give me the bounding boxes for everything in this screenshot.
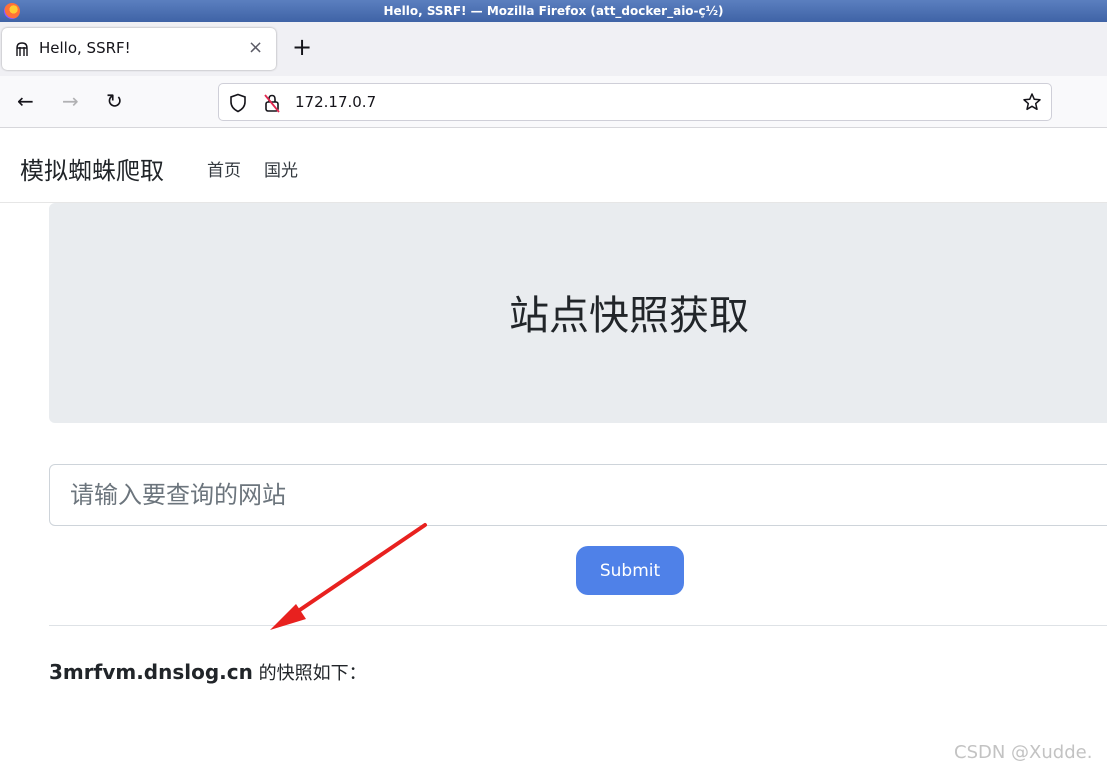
window-titlebar: Hello, SSRF! — Mozilla Firefox (att_dock…	[0, 0, 1107, 22]
result-text: 3mrfvm.dnslog.cn 的快照如下：	[49, 659, 367, 685]
result-domain: 3mrfvm.dnslog.cn	[49, 660, 253, 684]
result-suffix: 的快照如下：	[252, 663, 367, 684]
tab-close-icon[interactable]: ×	[248, 37, 263, 58]
nav-link-guoguang[interactable]: 国光	[264, 156, 298, 181]
divider	[49, 625, 1107, 626]
tab-hello-ssrf[interactable]: Hello, SSRF! ×	[2, 28, 276, 70]
page-title: 站点快照获取	[509, 293, 749, 339]
shield-icon[interactable]	[229, 93, 247, 113]
submit-button[interactable]: Submit	[576, 546, 684, 595]
site-brand[interactable]: 模拟蜘蛛爬取	[20, 151, 164, 186]
site-navbar: 模拟蜘蛛爬取 首页 国光	[0, 129, 1107, 203]
tab-favicon-icon	[16, 42, 28, 56]
reload-button[interactable]: ↻	[106, 90, 123, 112]
url-text[interactable]: 172.17.0.7	[295, 93, 376, 111]
tab-title: Hello, SSRF!	[39, 39, 131, 57]
window-title: Hello, SSRF! — Mozilla Firefox (att_dock…	[383, 4, 724, 18]
nav-toolbar: ← → ↻ 172.17.0.7	[0, 76, 1107, 128]
nav-link-home[interactable]: 首页	[207, 156, 241, 181]
url-bar[interactable]: 172.17.0.7	[218, 83, 1052, 121]
new-tab-button[interactable]: +	[292, 35, 312, 59]
insecure-lock-icon[interactable]	[263, 93, 281, 113]
tab-strip: Hello, SSRF! × +	[0, 22, 1107, 76]
forward-button[interactable]: →	[62, 90, 79, 112]
csdn-watermark: CSDN @Xudde.	[954, 742, 1093, 763]
hero-jumbotron: 站点快照获取	[49, 203, 1107, 423]
url-query-input[interactable]	[49, 464, 1107, 526]
back-button[interactable]: ←	[17, 90, 34, 112]
bookmark-star-icon[interactable]	[1022, 92, 1042, 112]
firefox-logo-icon	[4, 3, 20, 19]
